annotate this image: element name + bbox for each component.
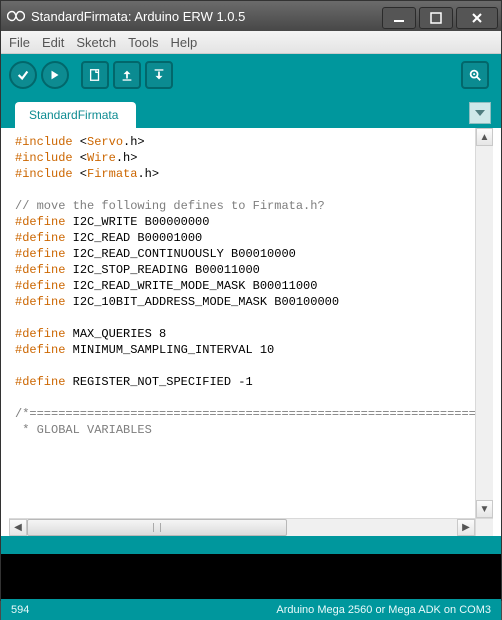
titlebar[interactable]: StandardFirmata: Arduino ERW 1.0.5 xyxy=(1,1,501,31)
hscroll-thumb[interactable] xyxy=(27,519,287,536)
close-button[interactable] xyxy=(456,7,498,29)
vertical-scrollbar[interactable]: ▲ ▼ xyxy=(475,128,493,518)
window-title: StandardFirmata: Arduino ERW 1.0.5 xyxy=(31,9,245,24)
menubar: File Edit Sketch Tools Help xyxy=(1,31,501,54)
code-editor[interactable]: #include <Servo.h> #include <Wire.h> #in… xyxy=(15,134,475,518)
scroll-left-button[interactable]: ◀ xyxy=(9,519,27,536)
tab-menu-button[interactable] xyxy=(469,102,491,124)
serial-monitor-button[interactable] xyxy=(461,61,489,89)
output-console[interactable] xyxy=(1,554,501,599)
maximize-button[interactable] xyxy=(419,7,453,29)
status-line-number: 594 xyxy=(11,604,29,616)
tab-standardfirmata[interactable]: StandardFirmata xyxy=(15,102,136,128)
menu-edit[interactable]: Edit xyxy=(42,35,64,50)
status-board-port: Arduino Mega 2560 or Mega ADK on COM3 xyxy=(276,604,491,616)
message-strip xyxy=(1,536,501,554)
arduino-logo-icon xyxy=(7,7,25,25)
status-bar: 594 Arduino Mega 2560 or Mega ADK on COM… xyxy=(1,599,501,620)
window-controls xyxy=(382,4,501,29)
minimize-button[interactable] xyxy=(382,7,416,29)
editor-pane: #include <Servo.h> #include <Wire.h> #in… xyxy=(9,128,493,536)
menu-tools[interactable]: Tools xyxy=(128,35,158,50)
menu-help[interactable]: Help xyxy=(170,35,197,50)
app-window: StandardFirmata: Arduino ERW 1.0.5 File … xyxy=(0,0,502,601)
scroll-corner xyxy=(475,518,493,536)
verify-button[interactable] xyxy=(9,61,37,89)
scroll-up-button[interactable]: ▲ xyxy=(476,128,493,146)
toolbar xyxy=(1,54,501,96)
tab-bar: StandardFirmata xyxy=(1,96,501,128)
save-button[interactable] xyxy=(145,61,173,89)
new-button[interactable] xyxy=(81,61,109,89)
open-button[interactable] xyxy=(113,61,141,89)
menu-sketch[interactable]: Sketch xyxy=(76,35,116,50)
upload-button[interactable] xyxy=(41,61,69,89)
scroll-down-button[interactable]: ▼ xyxy=(476,500,493,518)
scroll-right-button[interactable]: ▶ xyxy=(457,519,475,536)
horizontal-scrollbar[interactable]: ◀ ▶ xyxy=(9,518,475,536)
menu-file[interactable]: File xyxy=(9,35,30,50)
